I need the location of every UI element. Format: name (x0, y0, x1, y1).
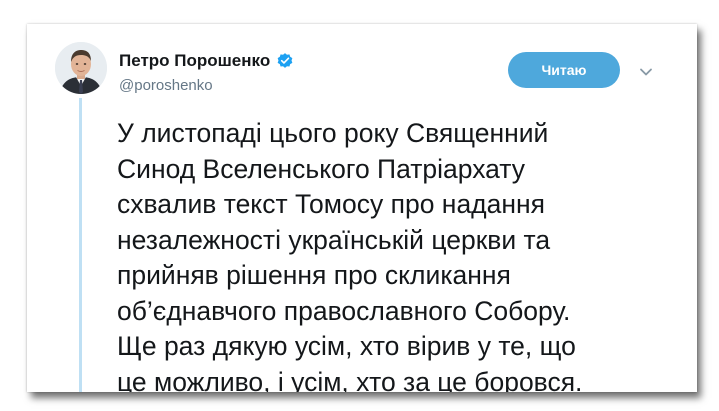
chevron-down-icon[interactable] (639, 64, 653, 76)
avatar[interactable] (55, 42, 107, 94)
author-name[interactable]: Петро Порошенко (119, 51, 270, 71)
follow-button[interactable]: Читаю (508, 52, 620, 88)
verified-badge-icon (276, 52, 294, 70)
tweet-card: Петро Порошенко @poroshenko Читаю У лист… (27, 24, 697, 392)
tweet-text: У листопаді цього року Священний Синод В… (117, 118, 583, 392)
thread-line (79, 98, 82, 392)
author-handle[interactable]: @poroshenko (119, 77, 213, 94)
avatar-image (55, 42, 107, 94)
author-row: Петро Порошенко (119, 51, 294, 71)
